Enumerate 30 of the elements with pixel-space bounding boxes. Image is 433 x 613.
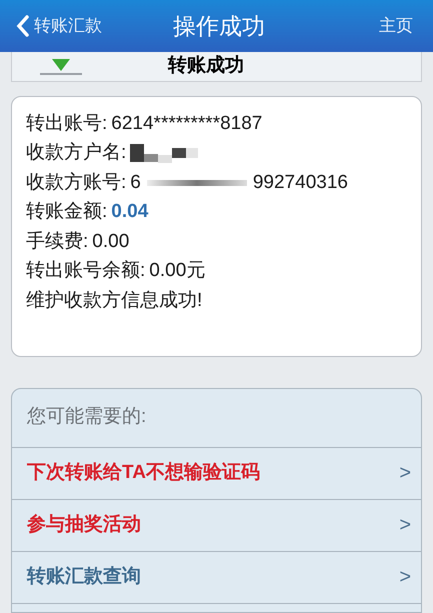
chevron-icon: > (399, 562, 411, 592)
detail-label: 转出账号: (26, 112, 108, 136)
success-message: 维护收款方信息成功! (26, 288, 202, 312)
detail-value: 0.00 (92, 230, 130, 254)
result-title: 转账成功 (168, 54, 244, 78)
suggestion-label: 转账汇款查询 (27, 564, 141, 589)
home-button[interactable]: 主页 (379, 13, 413, 39)
suggestion-label: 下次转账给TA不想输验证码 (27, 460, 260, 485)
detail-value: 6214*********8187 (111, 112, 262, 136)
detail-label: 收款方户名: (26, 141, 126, 165)
detail-label: 转出账号余额: (26, 259, 146, 283)
detail-value: 6 (130, 170, 141, 194)
suggestion-item[interactable]: 转账汇款查询 > (12, 552, 421, 604)
detail-value: 0.00元 (149, 259, 206, 283)
suggestion-label: 参与抽奖活动 (27, 512, 141, 537)
detail-label: 收款方账号: (26, 170, 126, 194)
amount-value: 0.04 (111, 200, 148, 224)
back-icon (16, 14, 30, 38)
page-title: 操作成功 (173, 12, 265, 41)
suggestion-item[interactable]: 参与抽奖活动 > (12, 500, 421, 552)
down-arrow-icon (38, 56, 84, 76)
suggestion-item[interactable]: 下次转账给TA不想输验证码 > (12, 448, 421, 500)
section-heading: 您可能需要的: (27, 405, 146, 430)
detail-value: 992740316 (252, 170, 348, 194)
detail-label: 手续费: (26, 230, 88, 254)
chevron-icon: > (399, 458, 411, 488)
back-button[interactable]: 转账汇款 (16, 13, 102, 39)
redaction-mask (130, 143, 198, 164)
chevron-icon: > (399, 510, 411, 540)
detail-label: 转账金额: (26, 200, 108, 224)
